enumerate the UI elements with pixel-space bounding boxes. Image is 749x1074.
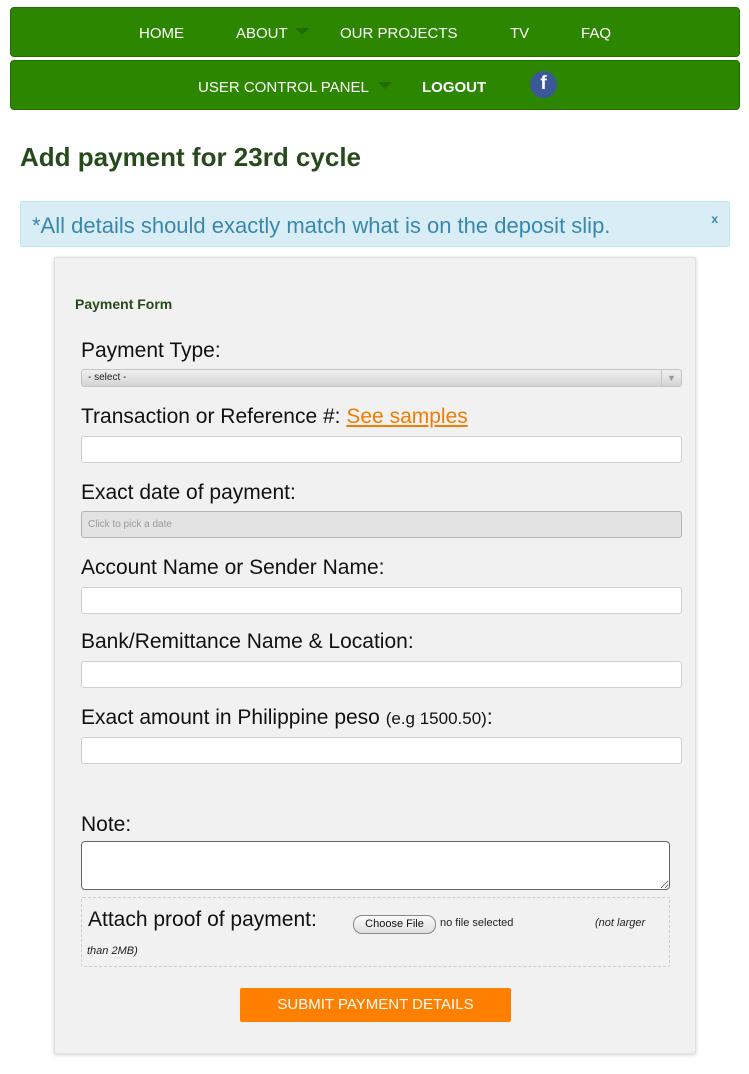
user-navbar: USER CONTROL PANEL LOGOUT f [10, 60, 740, 110]
page-title: Add payment for 23rd cycle [20, 142, 361, 172]
nav-about-link[interactable]: ABOUT [236, 25, 288, 43]
amount-example: (e.g 1500.50) [385, 709, 487, 728]
main-navbar: HOME ABOUT OUR PROJECTS TV FAQ [10, 7, 740, 57]
see-samples-link[interactable]: See samples [346, 405, 467, 428]
chevron-down-icon: ▼ [661, 370, 681, 386]
reference-label-text: Transaction or Reference #: [81, 405, 341, 428]
payment-date-picker[interactable]: Click to pick a date [81, 511, 682, 538]
info-alert: *All details should exactly match what i… [20, 201, 730, 247]
about-dropdown-caret-icon[interactable] [295, 28, 309, 35]
nav-logout-link[interactable]: LOGOUT [422, 79, 486, 97]
payment-type-select[interactable]: - select - ▼ [81, 369, 682, 387]
nav-projects-link[interactable]: OUR PROJECTS [340, 25, 458, 43]
account-name-label: Account Name or Sender Name: [81, 556, 385, 579]
file-size-note: (not larger [595, 917, 646, 929]
nav-user-control-panel-link[interactable]: USER CONTROL PANEL [198, 79, 369, 97]
amount-label-colon: : [486, 706, 493, 729]
facebook-glyph: f [540, 73, 547, 94]
reference-label: Transaction or Reference #: See samples [81, 405, 468, 429]
form-heading: Payment Form [75, 296, 173, 312]
nav-home-link[interactable]: HOME [139, 25, 184, 43]
user-panel-dropdown-caret-icon[interactable] [378, 82, 392, 89]
alert-close-icon[interactable]: x [711, 212, 718, 226]
file-size-note-continued: than 2MB) [87, 945, 138, 957]
amount-label-text: Exact amount in Philippine peso [81, 706, 380, 729]
payment-type-selected-value: - select - [88, 372, 127, 383]
amount-label: Exact amount in Philippine peso (e.g 150… [81, 706, 493, 730]
note-label: Note: [81, 813, 132, 836]
facebook-icon[interactable]: f [530, 71, 557, 98]
nav-tv-link[interactable]: TV [510, 25, 529, 43]
payment-type-label: Payment Type: [81, 339, 221, 362]
submit-payment-button[interactable]: SUBMIT PAYMENT DETAILS [240, 988, 511, 1022]
payment-date-label: Exact date of payment: [81, 481, 296, 504]
nav-faq-link[interactable]: FAQ [581, 25, 611, 43]
reference-input[interactable] [81, 436, 682, 463]
alert-message: *All details should exactly match what i… [32, 213, 611, 238]
choose-file-button[interactable]: Choose File [353, 915, 436, 934]
payment-form-panel: Payment Form Payment Type: - select - ▼ … [54, 257, 696, 1054]
attach-proof-label: Attach proof of payment: [88, 908, 317, 931]
file-status-text: no file selected [440, 917, 514, 929]
note-textarea[interactable] [81, 841, 670, 890]
bank-name-label: Bank/Remittance Name & Location: [81, 630, 414, 653]
amount-input[interactable] [81, 737, 682, 764]
account-name-input[interactable] [81, 587, 682, 614]
bank-name-input[interactable] [81, 661, 682, 688]
attachment-box: Attach proof of payment: Choose File no … [81, 897, 670, 967]
